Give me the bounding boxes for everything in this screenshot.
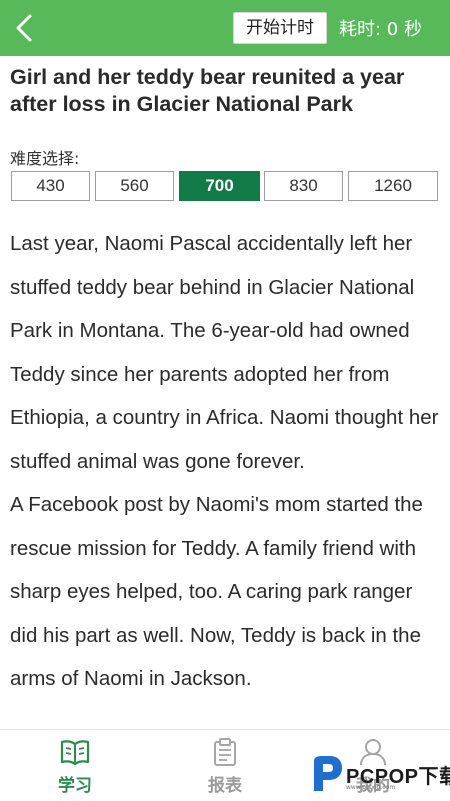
article-body: Last year, Naomi Pascal accidentally lef…	[10, 222, 444, 701]
tab-report[interactable]: 报表	[185, 738, 265, 796]
tab-study-label: 学习	[58, 776, 92, 796]
book-icon	[60, 740, 90, 766]
elapsed-time-text: 耗时: 0 秒	[339, 19, 422, 40]
top-bar: 开始计时 耗时: 0 秒	[0, 0, 450, 56]
watermark: PCPOP下载 www.pcpop.com	[310, 755, 450, 795]
watermark-url: www.pcpop.com	[346, 784, 396, 791]
article-paragraph: A Facebook post by Naomi's mom started t…	[10, 493, 423, 690]
difficulty-option-830[interactable]: 830	[264, 171, 343, 201]
back-arrow-icon[interactable]	[10, 12, 42, 44]
difficulty-option-430[interactable]: 430	[11, 171, 90, 201]
start-timer-button[interactable]: 开始计时	[233, 12, 327, 44]
difficulty-option-1260[interactable]: 1260	[348, 171, 438, 201]
difficulty-option-700[interactable]: 700	[179, 171, 260, 201]
difficulty-label: 难度选择:	[10, 149, 80, 168]
article-paragraph: Last year, Naomi Pascal accidentally lef…	[10, 232, 439, 473]
pcpop-logo-icon	[314, 756, 342, 791]
clipboard-icon	[214, 738, 236, 766]
difficulty-option-560[interactable]: 560	[95, 171, 174, 201]
article-title: Girl and her teddy bear reunited a year …	[10, 65, 405, 116]
tab-report-label: 报表	[208, 776, 242, 796]
tab-study[interactable]: 学习	[35, 738, 115, 796]
